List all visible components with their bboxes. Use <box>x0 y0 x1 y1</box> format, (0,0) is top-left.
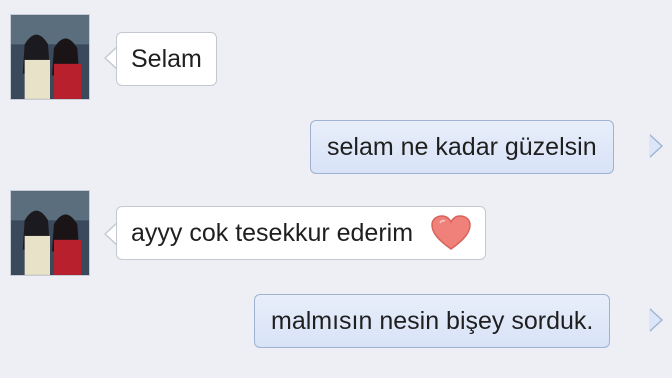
message-bubble-outgoing[interactable]: malmısın nesin bişey sorduk. <box>254 294 611 348</box>
bubble-tail <box>649 308 663 332</box>
bubble-tail <box>649 134 663 158</box>
avatar-photo <box>11 15 89 99</box>
chat-conversation: Selam selam ne kadar güzelsin ayyy cok t… <box>0 0 672 378</box>
message-text: malmısın nesin bişey sorduk. <box>271 306 594 335</box>
message-bubble-outgoing[interactable]: selam ne kadar güzelsin <box>310 120 614 174</box>
message-text: ayyy cok tesekkur ederim <box>131 218 414 247</box>
heart-icon <box>431 215 471 251</box>
message-bubble-incoming[interactable]: ayyy cok tesekkur ederim <box>116 206 487 260</box>
message-text: Selam <box>131 44 202 73</box>
avatar-photo <box>11 191 89 275</box>
avatar[interactable] <box>10 190 90 276</box>
message-bubble-incoming[interactable]: Selam <box>116 32 217 86</box>
avatar[interactable] <box>10 14 90 100</box>
message-text: selam ne kadar güzelsin <box>327 132 597 161</box>
